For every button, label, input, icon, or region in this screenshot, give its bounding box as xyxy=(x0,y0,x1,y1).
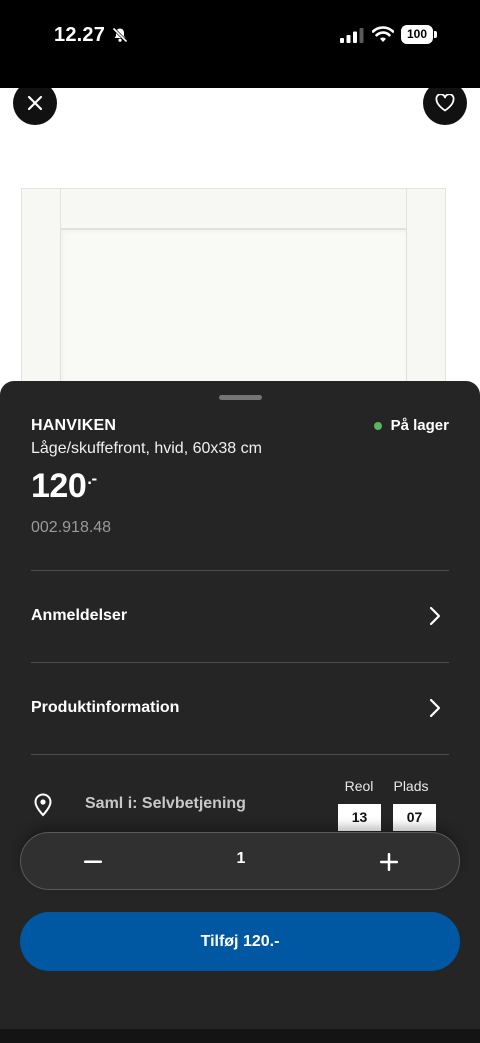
chevron-right-icon xyxy=(429,606,441,626)
quantity-value[interactable]: 1 xyxy=(221,850,261,868)
add-to-cart-button[interactable]: Tilføj 120.- xyxy=(20,912,460,971)
divider xyxy=(31,662,449,663)
product-image-area xyxy=(0,88,480,398)
location-value: 07 xyxy=(393,804,436,831)
divider xyxy=(31,570,449,571)
status-bar: 12.27 100 xyxy=(0,0,480,88)
product-name: HANVIKEN xyxy=(31,417,117,434)
favorite-button[interactable] xyxy=(423,88,467,125)
wifi-icon xyxy=(372,26,394,42)
product-info-label: Produktinformation xyxy=(31,699,180,716)
divider xyxy=(31,754,449,755)
location-pin-icon xyxy=(34,793,52,817)
close-icon xyxy=(27,95,43,111)
stock-status: På lager xyxy=(373,417,449,434)
quantity-stepper: 1 xyxy=(20,832,460,890)
battery-level: 100 xyxy=(401,25,433,44)
product-description: Låge/skuffefront, hvid, 60x38 cm xyxy=(31,440,262,457)
pickup-label: Saml i: Selvbetjening xyxy=(85,795,246,812)
product-image xyxy=(21,188,446,398)
battery-tip xyxy=(434,31,437,38)
location-header: Plads xyxy=(393,778,429,794)
aisle-value: 13 xyxy=(338,804,381,831)
chevron-right-icon xyxy=(429,698,441,718)
price-suffix: .- xyxy=(87,469,97,488)
bell-slash-icon xyxy=(112,27,128,43)
plus-icon xyxy=(380,853,398,871)
door-top-rail xyxy=(60,189,407,229)
decrease-quantity-button[interactable] xyxy=(73,848,113,876)
drag-handle[interactable] xyxy=(219,395,262,400)
stock-dot-icon xyxy=(373,421,382,430)
close-button[interactable] xyxy=(13,88,57,125)
stock-status-label: På lager xyxy=(390,417,449,434)
minus-icon xyxy=(84,860,102,863)
door-panel xyxy=(60,229,407,398)
aisle-header: Reol xyxy=(344,778,374,794)
product-price: 120.- xyxy=(31,467,97,506)
price-value: 120 xyxy=(31,467,87,505)
signal-icon xyxy=(340,28,364,43)
article-number: 002.918.48 xyxy=(31,519,112,536)
product-bottom-sheet: HANVIKEN På lager Låge/skuffefront, hvid… xyxy=(0,381,480,1043)
status-time: 12.27 xyxy=(54,24,106,46)
increase-quantity-button[interactable] xyxy=(369,848,409,876)
heart-icon xyxy=(435,94,455,112)
reviews-label: Anmeldelser xyxy=(31,607,128,624)
home-indicator-area xyxy=(0,1029,480,1043)
battery-indicator: 100 xyxy=(401,25,437,44)
